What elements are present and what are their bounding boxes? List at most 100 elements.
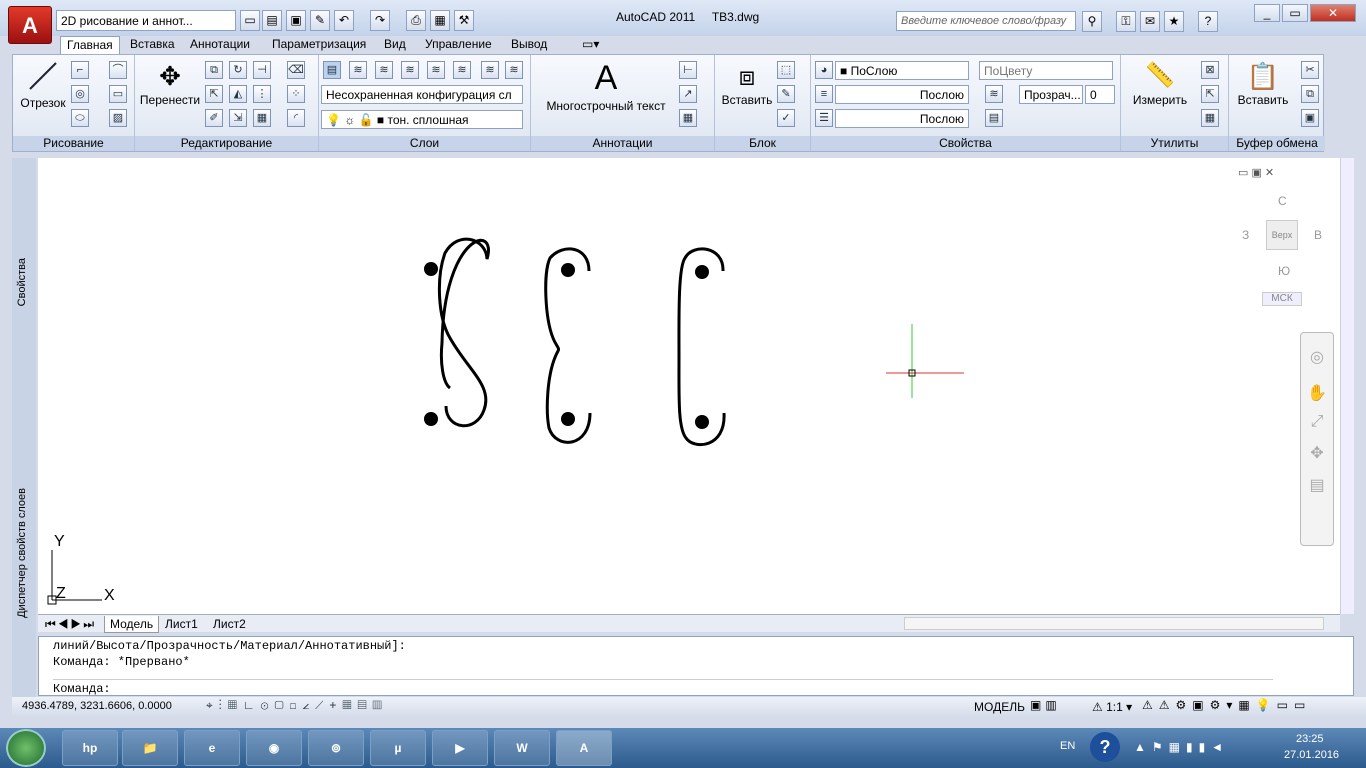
circle-icon[interactable]: ◎ (71, 85, 89, 103)
paste-special-icon[interactable]: ▣ (1301, 109, 1319, 127)
help-icon[interactable]: ? (1198, 11, 1218, 32)
copy-clip-icon[interactable]: ⧉ (1301, 85, 1319, 103)
utorrent-icon[interactable]: µ (370, 730, 426, 766)
leader-icon[interactable]: ↗ (679, 85, 697, 103)
erase-icon[interactable]: ⌫ (287, 61, 305, 79)
ellipse-icon[interactable]: ⬭ (71, 109, 89, 127)
viewcube-north[interactable]: С (1278, 194, 1287, 208)
explode-icon[interactable]: ⁘ (287, 85, 305, 103)
line-button[interactable]: Отрезок (17, 59, 69, 110)
binoculars-icon[interactable]: ⚲ (1082, 11, 1102, 32)
rectangle-icon[interactable]: ▭ (109, 85, 127, 103)
move-button[interactable]: ✥ Перенести (139, 59, 201, 107)
media-icon[interactable]: ◉ (246, 730, 302, 766)
panel-label[interactable]: Редактирование (135, 136, 318, 151)
fillet-icon[interactable]: ◜ (287, 109, 305, 127)
command-input[interactable]: Команда: (53, 679, 1273, 696)
viewport-controls[interactable]: ▭ ▣ ✕ (1238, 166, 1274, 179)
mtext-button[interactable]: A Многострочный текст (541, 57, 671, 113)
status-tray-icons[interactable]: ⚠⚠⚙▣⚙▾▦💡▭▭ (1142, 698, 1311, 712)
array-icon[interactable]: ▦ (253, 109, 271, 127)
viewcube-south[interactable]: Ю (1278, 264, 1290, 278)
kmplayer-icon[interactable]: ▶ (432, 730, 488, 766)
color-select[interactable]: ■ ПоСлою (835, 61, 969, 80)
plot-icon[interactable]: ⎙ (406, 10, 426, 31)
zoom-icon[interactable]: ⤢ (1301, 413, 1333, 431)
linetype-icon[interactable]: ≡ (815, 85, 833, 103)
coordinates-display[interactable]: 4936.4789, 3231.6606, 0.0000 (22, 700, 172, 712)
panel-label[interactable]: Аннотации (531, 136, 714, 151)
panel-label[interactable]: Рисование (13, 136, 134, 151)
tab-layout1[interactable]: Лист1 (160, 616, 203, 632)
panel-label[interactable]: Буфер обмена (1229, 136, 1325, 151)
workspace-icon[interactable]: ▦ (430, 10, 450, 31)
calculator-icon[interactable]: ▦ (1201, 109, 1219, 127)
close-button[interactable]: ✕ (1310, 4, 1356, 22)
layer-stack-icon[interactable]: ≋ (349, 61, 367, 79)
tab-output[interactable]: Вывод (505, 36, 553, 54)
tab-model[interactable]: Модель (104, 616, 160, 633)
horizontal-scrollbar[interactable] (904, 617, 1324, 630)
word-icon[interactable]: W (494, 730, 550, 766)
key-icon[interactable]: ⚿ (1116, 11, 1136, 32)
language-indicator[interactable]: EN (1060, 740, 1075, 752)
workspace-switcher[interactable]: 2D рисование и аннот... (56, 10, 236, 31)
chrome-icon[interactable]: ⊚ (308, 730, 364, 766)
new-file-icon[interactable]: ▭ (240, 10, 260, 31)
linetype-select[interactable]: Послою (835, 85, 969, 104)
plotstyle-select[interactable]: ПоЦвету (979, 61, 1113, 80)
mirror-line-icon[interactable]: ⋮ (253, 85, 271, 103)
clock-date[interactable]: 27.01.2016 (1284, 749, 1339, 761)
redo-icon[interactable]: ↷ (370, 10, 390, 31)
lineweight-icon[interactable]: ☰ (815, 109, 833, 127)
layer-isolate-icon[interactable]: ≋ (505, 61, 523, 79)
save-icon[interactable]: ▣ (286, 10, 306, 31)
maximize-button[interactable]: ▭ (1282, 4, 1308, 22)
communication-icon[interactable]: ✉ (1140, 11, 1160, 32)
tab-manage[interactable]: Управление (419, 36, 498, 54)
viewcube-east[interactable]: В (1314, 228, 1322, 242)
favorites-icon[interactable]: ★ (1164, 11, 1184, 32)
panel-label[interactable]: Свойства (811, 136, 1120, 151)
stretch-icon[interactable]: ⇱ (205, 85, 223, 103)
start-button[interactable] (6, 729, 46, 767)
layer-style-icon[interactable]: ≋ (985, 85, 1003, 103)
quick-select-icon[interactable]: ⊠ (1201, 61, 1219, 79)
select-icon[interactable]: ⇱ (1201, 85, 1219, 103)
edit-block-icon[interactable]: ✎ (777, 85, 795, 103)
cut-icon[interactable]: ✂ (1301, 61, 1319, 79)
save-as-icon[interactable]: ✎ (310, 10, 330, 31)
scale-icon[interactable]: ⇲ (229, 109, 247, 127)
viewcube-west[interactable]: З (1242, 228, 1249, 242)
paste-button[interactable]: 📋 Вставить (1231, 59, 1295, 107)
application-menu-button[interactable]: A (8, 6, 52, 44)
hatch-icon[interactable]: ▨ (109, 109, 127, 127)
transparency-label[interactable]: Прозрач... (1019, 85, 1083, 104)
polyline-icon[interactable]: ⌐ (71, 61, 89, 79)
copy-icon[interactable]: ⧉ (205, 61, 223, 79)
list-icon[interactable]: ▤ (985, 109, 1003, 127)
tray-icons[interactable]: ▲⚑▦▮▮◄ (1134, 740, 1229, 754)
panel-label[interactable]: Слои (319, 136, 530, 151)
viewcube-top-face[interactable]: Верх (1266, 220, 1298, 250)
tab-insert[interactable]: Вставка (124, 36, 181, 54)
layout-view-icons[interactable]: ▣▥ (1030, 698, 1061, 712)
showmotion-icon[interactable]: ▤ (1301, 475, 1333, 495)
layer-lock-icon[interactable]: ≋ (427, 61, 445, 79)
ie-icon[interactable]: e (184, 730, 240, 766)
drafting-toggles[interactable]: ⌖⋮▦∟⊙▢◻∠⟋+▦▤▥ (206, 698, 388, 713)
tab-layout2[interactable]: Лист2 (208, 616, 251, 632)
autocad-icon[interactable]: A (556, 730, 612, 766)
create-block-icon[interactable]: ⬚ (777, 61, 795, 79)
minimize-button[interactable]: _ (1254, 4, 1280, 22)
model-space-toggle[interactable]: МОДЕЛЬ (974, 700, 1025, 714)
layer-state-select[interactable]: Несохраненная конфигурация сл (321, 85, 523, 104)
vertical-scrollbar[interactable] (1340, 158, 1354, 614)
measure-button[interactable]: 📏 Измерить (1125, 59, 1195, 107)
layer-properties-icon[interactable]: ▤ (323, 61, 341, 79)
insert-block-button[interactable]: ⧈ Вставить (717, 59, 777, 107)
ucs-menu[interactable]: МСК (1262, 292, 1302, 306)
help-tray-icon[interactable]: ? (1090, 732, 1120, 762)
panel-label[interactable]: Утилиты (1121, 136, 1228, 151)
orbit-icon[interactable]: ✥ (1301, 443, 1333, 463)
